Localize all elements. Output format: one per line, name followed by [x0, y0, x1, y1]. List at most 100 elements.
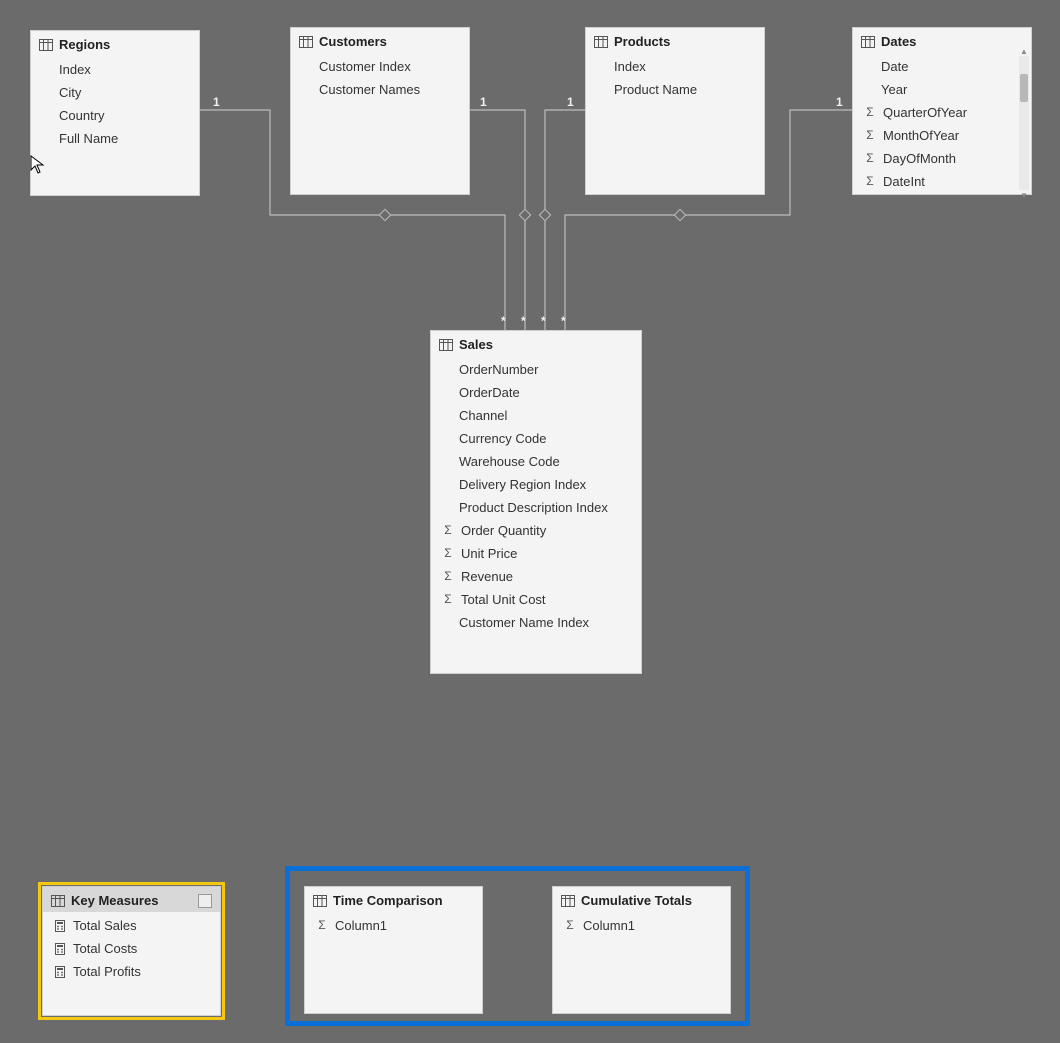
cardinality-many-label: * — [561, 314, 566, 328]
field-row[interactable]: Currency Code — [431, 427, 641, 450]
table-title: Customers — [319, 34, 387, 49]
field-label: OrderDate — [459, 383, 520, 402]
table-header-products[interactable]: Products — [586, 28, 764, 53]
field-row[interactable]: Year — [853, 78, 1019, 101]
table-title: Key Measures — [71, 893, 158, 908]
scroll-down-icon[interactable]: ▼ — [1019, 190, 1029, 200]
field-label: Index — [59, 60, 91, 79]
field-label: City — [59, 83, 81, 102]
field-row[interactable]: QuarterOfYear — [853, 101, 1019, 124]
field-row[interactable]: Total Profits — [43, 960, 220, 983]
field-label: Index — [614, 57, 646, 76]
field-list: Column1 — [553, 912, 730, 945]
field-label: Revenue — [461, 567, 513, 586]
table-header-sales[interactable]: Sales — [431, 331, 641, 356]
scrollbar[interactable]: ▲ ▼ — [1019, 56, 1029, 190]
field-row[interactable]: Column1 — [553, 914, 730, 937]
table-icon — [51, 895, 65, 907]
scroll-up-icon[interactable]: ▲ — [1019, 46, 1029, 56]
field-list: Date Year QuarterOfYear MonthOfYear DayO… — [853, 53, 1031, 201]
field-row[interactable]: DateInt — [853, 170, 1019, 193]
cardinality-one-label: 1 — [836, 95, 843, 109]
field-row[interactable]: Customer Names — [291, 78, 469, 101]
scroll-thumb[interactable] — [1020, 74, 1028, 102]
field-label: Product Name — [614, 80, 697, 99]
field-row[interactable]: Warehouse Code — [431, 450, 641, 473]
sigma-icon — [441, 524, 455, 538]
measure-icon — [53, 965, 67, 979]
table-sales[interactable]: Sales OrderNumber OrderDate Channel Curr… — [430, 330, 642, 674]
field-list: Index Product Name — [586, 53, 764, 109]
field-row[interactable]: Full Name — [31, 127, 199, 150]
table-icon — [594, 36, 608, 48]
table-icon — [861, 36, 875, 48]
cardinality-many-label: * — [541, 314, 546, 328]
field-row[interactable]: Date — [853, 55, 1019, 78]
sigma-icon — [441, 547, 455, 561]
field-label: Customer Names — [319, 80, 420, 99]
sigma-icon — [563, 919, 577, 933]
field-row[interactable]: Country — [31, 104, 199, 127]
table-title: Time Comparison — [333, 893, 443, 908]
header-context-icon[interactable] — [198, 894, 212, 908]
field-label: DateInt — [883, 172, 925, 191]
field-row[interactable]: Customer Name Index — [431, 611, 641, 634]
cardinality-many-label: * — [521, 314, 526, 328]
field-row[interactable]: Unit Price — [431, 542, 641, 565]
field-label: Customer Name Index — [459, 613, 589, 632]
field-label: Year — [881, 80, 907, 99]
field-label: Delivery Region Index — [459, 475, 586, 494]
field-label: Unit Price — [461, 544, 517, 563]
field-row[interactable]: Product Name — [586, 78, 764, 101]
field-row[interactable]: MonthOfYear — [853, 124, 1019, 147]
field-row[interactable]: Customer Index — [291, 55, 469, 78]
table-cumulative-totals[interactable]: Cumulative Totals Column1 — [552, 886, 731, 1014]
table-title: Dates — [881, 34, 916, 49]
table-key-measures[interactable]: Key Measures Total Sales Total Costs Tot… — [42, 886, 221, 1016]
field-label: Column1 — [335, 916, 387, 935]
field-row[interactable]: Total Costs — [43, 937, 220, 960]
field-row[interactable]: Product Description Index — [431, 496, 641, 519]
field-row[interactable]: Total Unit Cost — [431, 588, 641, 611]
measure-icon — [53, 919, 67, 933]
field-label: Column1 — [583, 916, 635, 935]
table-title: Sales — [459, 337, 493, 352]
field-row[interactable]: OrderDate — [431, 381, 641, 404]
table-header-time-comparison[interactable]: Time Comparison — [305, 887, 482, 912]
table-products[interactable]: Products Index Product Name — [585, 27, 765, 195]
sigma-icon — [863, 129, 877, 143]
table-dates[interactable]: Dates Date Year QuarterOfYear MonthOfYea… — [852, 27, 1032, 195]
table-header-regions[interactable]: Regions — [31, 31, 199, 56]
field-row[interactable]: Index — [586, 55, 764, 78]
field-label: Order Quantity — [461, 521, 546, 540]
field-row[interactable]: DayOfMonth — [853, 147, 1019, 170]
cardinality-one-label: 1 — [567, 95, 574, 109]
field-row[interactable]: Total Sales — [43, 914, 220, 937]
table-customers[interactable]: Customers Customer Index Customer Names — [290, 27, 470, 195]
table-time-comparison[interactable]: Time Comparison Column1 — [304, 886, 483, 1014]
table-regions[interactable]: Regions Index City Country Full Name — [30, 30, 200, 196]
sigma-icon — [441, 593, 455, 607]
table-header-key-measures[interactable]: Key Measures — [43, 887, 220, 912]
table-header-cumulative-totals[interactable]: Cumulative Totals — [553, 887, 730, 912]
field-row[interactable]: Delivery Region Index — [431, 473, 641, 496]
field-label: OrderNumber — [459, 360, 538, 379]
sigma-icon — [863, 152, 877, 166]
model-canvas[interactable]: 1 * 1 * 1 * 1 * Regions Index City Count… — [0, 0, 1060, 1043]
field-row[interactable]: City — [31, 81, 199, 104]
field-label: MonthOfYear — [883, 126, 959, 145]
field-label: Customer Index — [319, 57, 411, 76]
field-row[interactable]: Revenue — [431, 565, 641, 588]
table-header-dates[interactable]: Dates — [853, 28, 1031, 53]
field-list: Customer Index Customer Names — [291, 53, 469, 109]
field-label: Warehouse Code — [459, 452, 560, 471]
field-row[interactable]: Order Quantity — [431, 519, 641, 542]
field-label: Date — [881, 57, 908, 76]
field-row[interactable]: OrderNumber — [431, 358, 641, 381]
field-row[interactable]: Index — [31, 58, 199, 81]
field-row[interactable]: Column1 — [305, 914, 482, 937]
field-row[interactable]: Channel — [431, 404, 641, 427]
table-title: Regions — [59, 37, 110, 52]
field-label: Channel — [459, 406, 507, 425]
table-header-customers[interactable]: Customers — [291, 28, 469, 53]
